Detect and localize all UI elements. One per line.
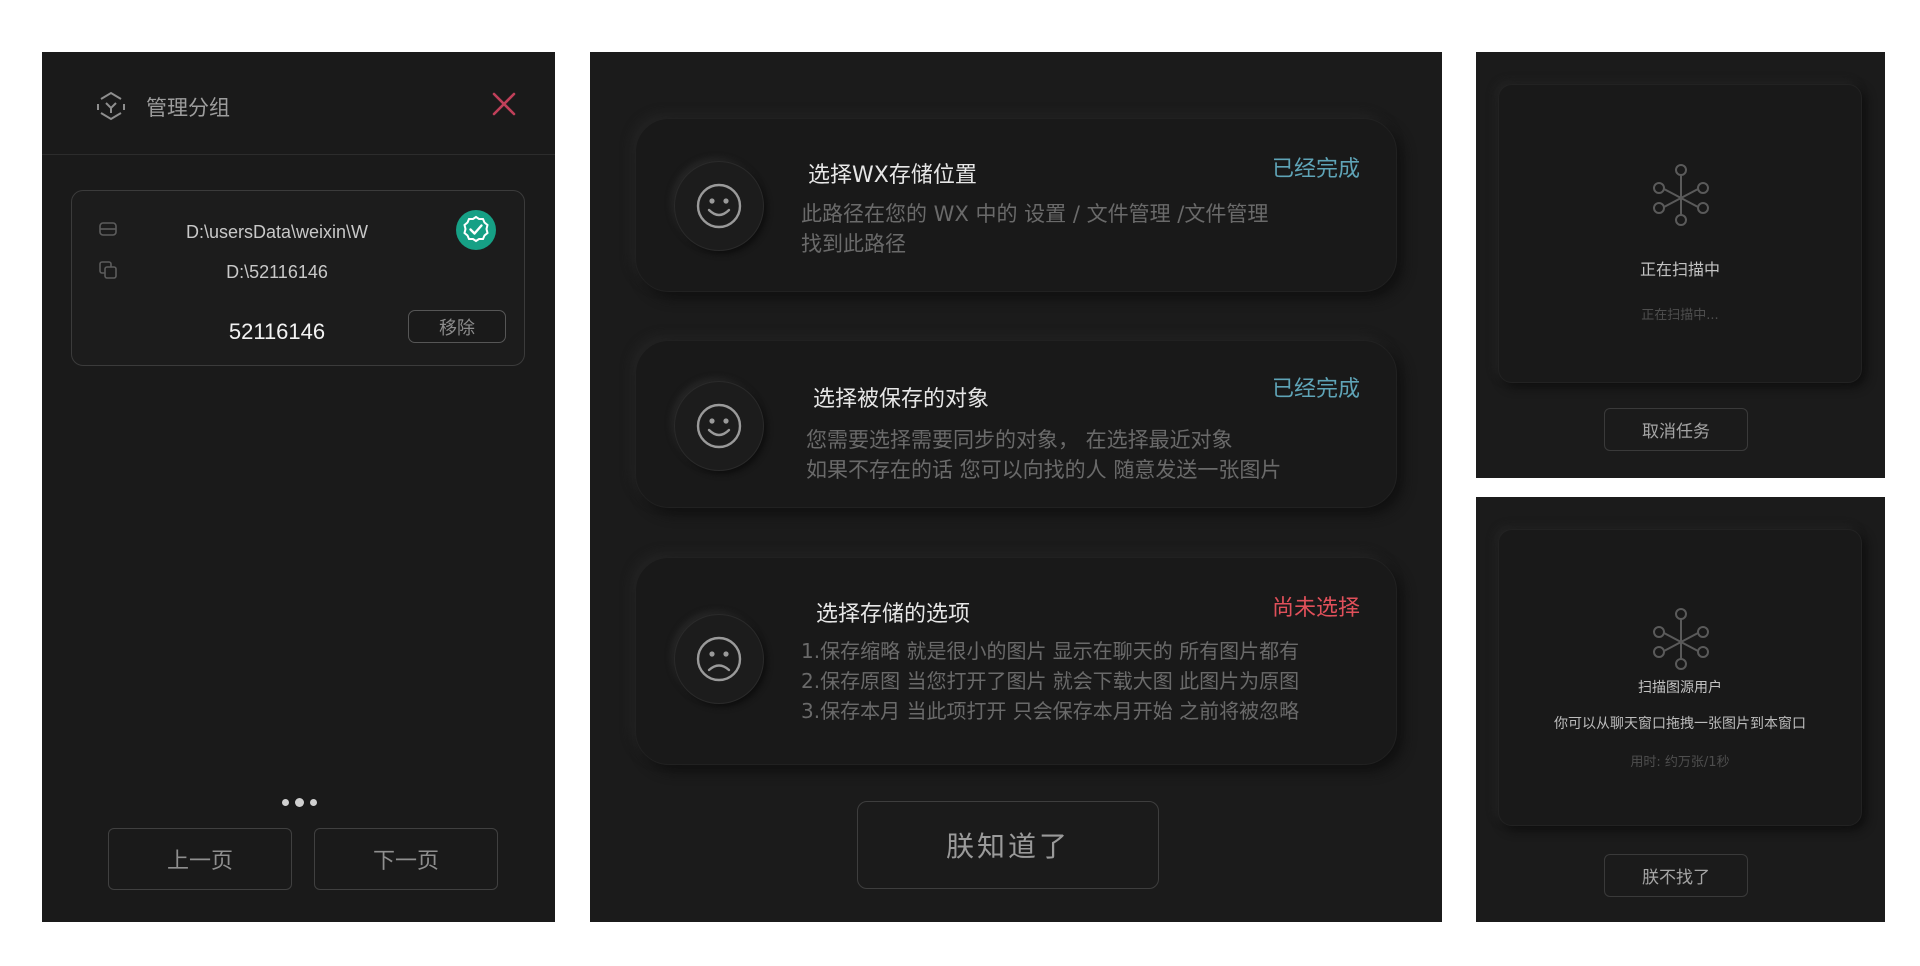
smile-face-icon (674, 161, 764, 251)
group-card[interactable]: D:\usersData\weixin\W D:\52116146 521161… (71, 190, 525, 366)
scanning-subtitle: 正在扫描中... (1641, 308, 1719, 323)
step-title: 选择被保存的对象 (813, 387, 990, 412)
step-title: 选择存储的选项 (816, 602, 971, 627)
screen: 管理分组 D:\usersData\weixin\W D:\52116146 5… (0, 0, 1920, 966)
group-logo-icon (97, 91, 125, 121)
panel-title: 管理分组 (146, 96, 230, 120)
panel-header: 管理分组 (42, 52, 555, 155)
copy-icon (99, 261, 117, 279)
scanning-panel: 正在扫描中 正在扫描中... 取消任务 (1476, 52, 1885, 478)
step-status: 已经完成 (1271, 377, 1360, 402)
data-path: D:\usersData\weixin\W (185, 222, 369, 242)
smile-face-icon (674, 381, 764, 471)
group-id: 52116146 (228, 319, 326, 344)
step-title: 选择WX存储位置 (808, 163, 977, 188)
next-page-button[interactable]: 下一页 (314, 828, 498, 890)
step-card-target[interactable]: 选择被保存的对象 已经完成 您需要选择需要同步的对象， 在选择最近对象 如果不存… (635, 340, 1397, 508)
stop-search-button[interactable]: 朕不找了 (1604, 854, 1748, 897)
step-description: 您需要选择需要同步的对象， 在选择最近对象 如果不存在的话 您可以向找的人 随意… (806, 428, 1282, 482)
prev-page-button[interactable]: 上一页 (108, 828, 292, 890)
drive-icon (99, 222, 117, 236)
network-nodes-icon (1653, 608, 1709, 670)
step-card-storage[interactable]: 选择WX存储位置 已经完成 此路径在您的 WX 中的 设置 / 文件管理 /文件… (635, 118, 1397, 292)
cancel-task-button[interactable]: 取消任务 (1604, 408, 1748, 451)
remove-button[interactable]: 移除 (408, 310, 506, 343)
network-nodes-icon (1653, 164, 1709, 226)
step-description: 此路径在您的 WX 中的 设置 / 文件管理 /文件管理 找到此路径 (801, 202, 1269, 256)
scan-user-title: 扫描图源用户 (1638, 680, 1722, 696)
confirm-button[interactable]: 朕知道了 (857, 801, 1159, 889)
scan-user-panel: 扫描图源用户 你可以从聊天窗口拖拽一张图片到本窗口 用时: 约万张/1秒 朕不找… (1476, 497, 1885, 922)
verified-badge-icon (456, 210, 496, 250)
drag-hint: 你可以从聊天窗口拖拽一张图片到本窗口 (1554, 716, 1806, 732)
step-status: 已经完成 (1271, 157, 1360, 182)
setup-steps-panel: 选择WX存储位置 已经完成 此路径在您的 WX 中的 设置 / 文件管理 /文件… (590, 52, 1442, 922)
scanning-status-box: 正在扫描中 正在扫描中... (1498, 84, 1862, 383)
close-icon[interactable] (488, 88, 520, 120)
scanning-title: 正在扫描中 (1639, 260, 1720, 279)
step-card-options[interactable]: 选择存储的选项 尚未选择 1.保存缩略 就是很小的图片 显示在聊天的 所有图片都… (635, 557, 1397, 765)
step-status: 尚未选择 (1271, 596, 1360, 621)
page-dots (278, 796, 322, 810)
frown-face-icon (674, 614, 764, 704)
timing-info: 用时: 约万张/1秒 (1630, 755, 1730, 770)
manage-group-panel: 管理分组 D:\usersData\weixin\W D:\52116146 5… (42, 52, 555, 922)
scan-user-box[interactable]: 扫描图源用户 你可以从聊天窗口拖拽一张图片到本窗口 用时: 约万张/1秒 (1498, 529, 1862, 826)
step-description: 1.保存缩略 就是很小的图片 显示在聊天的 所有图片都有 2.保存原图 当您打开… (801, 639, 1300, 723)
save-path: D:\52116146 (226, 262, 328, 282)
